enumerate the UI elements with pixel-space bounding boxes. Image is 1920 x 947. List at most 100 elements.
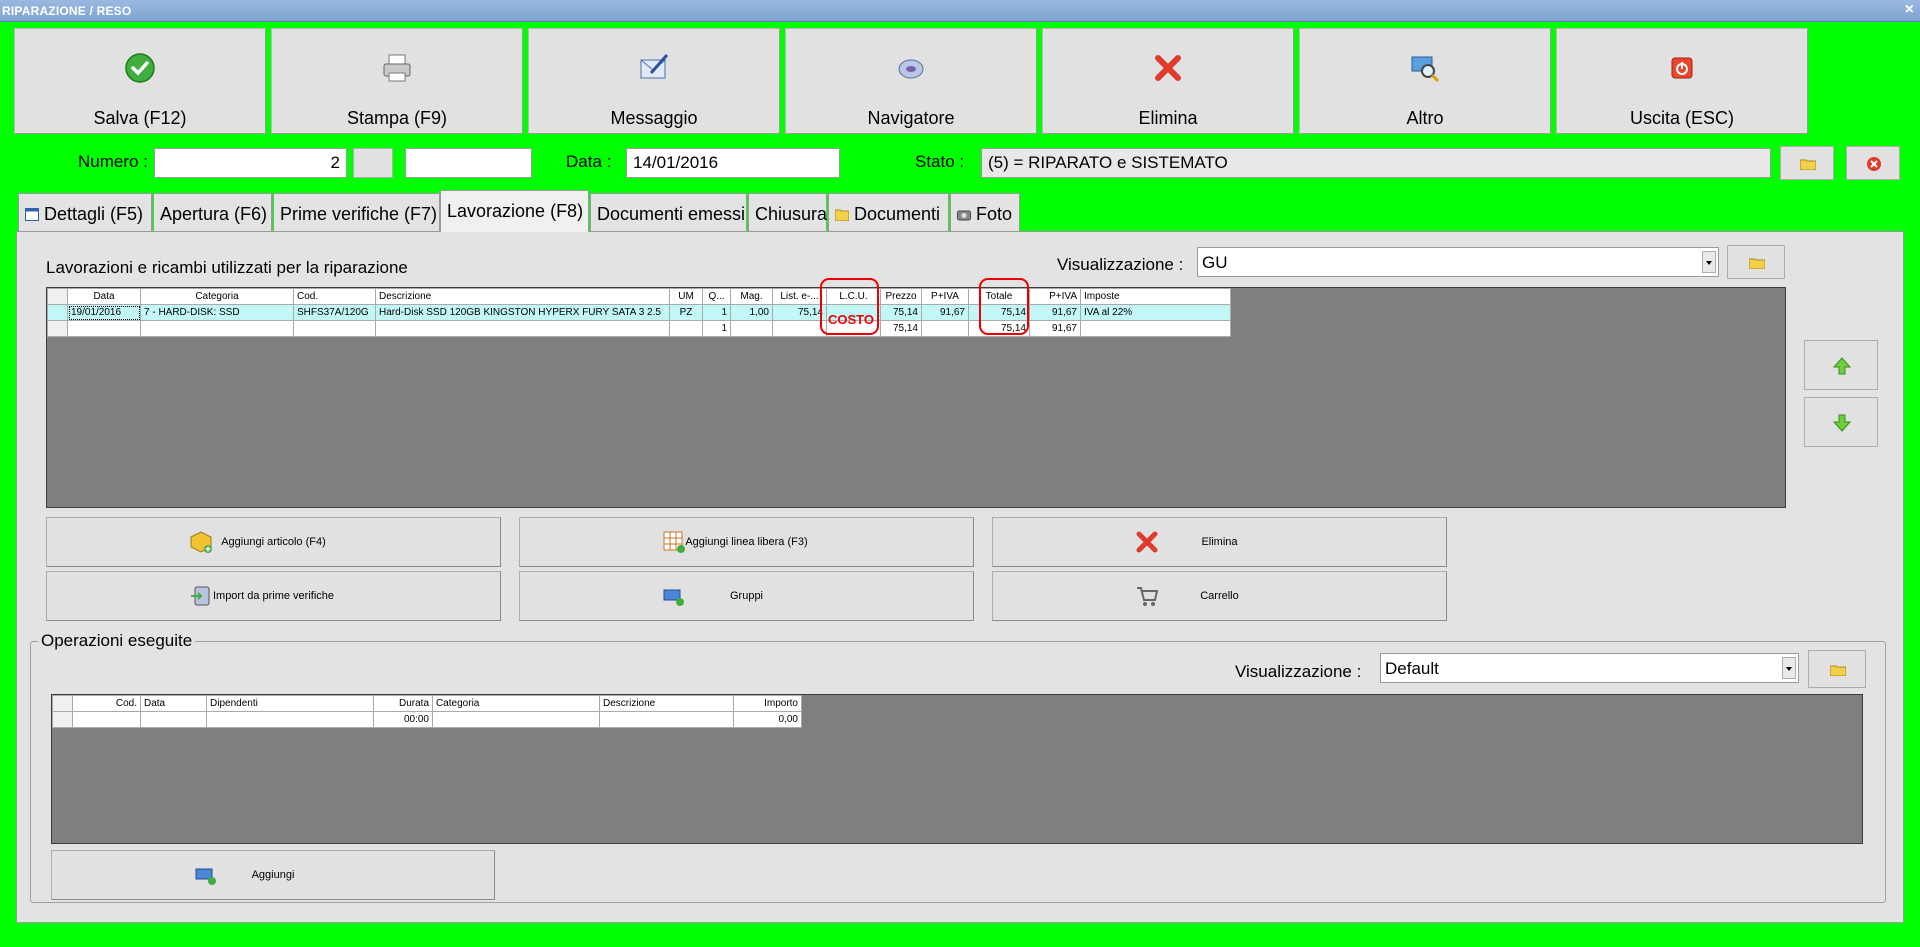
table-cell[interactable]: Hard-Disk SSD 120GB KINGSTON HYPERX FURY… xyxy=(375,304,670,321)
column-header[interactable]: Dipendenti xyxy=(206,695,374,712)
navigator-button-label: Navigatore xyxy=(867,108,955,128)
column-header[interactable]: Descrizione xyxy=(375,288,670,305)
print-button[interactable]: Stampa (F9) xyxy=(271,28,523,134)
table-cell[interactable]: 1 xyxy=(702,304,731,321)
operazioni-view-label: Visualizzazione : xyxy=(1235,662,1362,681)
totale-highlight xyxy=(979,278,1029,335)
operazioni-view-open-button[interactable] xyxy=(1808,650,1866,688)
column-header[interactable]: Descrizione xyxy=(599,695,734,712)
table-row[interactable]: 00:00 0,00 xyxy=(52,711,802,728)
printer-icon xyxy=(383,54,411,82)
data-input[interactable]: 14/01/2016 xyxy=(626,148,840,178)
table-cell[interactable] xyxy=(599,711,734,728)
import-prime-button[interactable]: Import da prime verifiche xyxy=(46,571,501,621)
column-header[interactable]: P+IVA xyxy=(1029,288,1081,305)
column-header[interactable]: Durata xyxy=(373,695,433,712)
move-up-button[interactable] xyxy=(1804,340,1878,390)
tab-label: Chiusura xyxy=(755,204,828,224)
folder-icon xyxy=(835,209,849,221)
column-header[interactable]: Cod. xyxy=(72,695,141,712)
tab-documenti[interactable]: Documenti xyxy=(828,193,949,231)
column-header[interactable]: UM xyxy=(669,288,703,305)
table-cell[interactable]: 7 - HARD-DISK: SSD xyxy=(140,304,294,321)
print-button-label: Stampa (F9) xyxy=(346,108,448,128)
table-cell[interactable] xyxy=(72,711,141,728)
arrow-down-icon xyxy=(1832,414,1852,432)
table-cell[interactable] xyxy=(140,711,207,728)
numero-extra-button[interactable] xyxy=(353,148,393,178)
tab-lavorazione[interactable]: Lavorazione (F8) xyxy=(440,190,589,232)
numero-suffix-input[interactable] xyxy=(405,148,532,178)
add-article-button[interactable]: Aggiungi articolo (F4) xyxy=(46,517,501,567)
groups-button[interactable]: Gruppi xyxy=(519,571,974,621)
tab-foto[interactable]: Foto xyxy=(950,193,1020,231)
column-header[interactable]: Prezzo xyxy=(880,288,922,305)
table-cell xyxy=(375,320,670,337)
cart-button[interactable]: Carrello xyxy=(992,571,1447,621)
table-header-row: Cod. Data Dipendenti Durata Categoria De… xyxy=(52,695,802,712)
delete-line-button[interactable]: Elimina xyxy=(992,517,1447,567)
table-cell[interactable]: 0,00 xyxy=(733,711,802,728)
add-operation-button[interactable]: Aggiungi xyxy=(51,850,495,900)
table-cell[interactable]: 00:00 xyxy=(373,711,433,728)
delete-icon xyxy=(1155,55,1181,81)
table-cell[interactable] xyxy=(432,711,600,728)
lavorazioni-grid[interactable]: Data Categoria Cod. Descrizione UM Q... … xyxy=(46,287,1786,508)
numero-label: Numero : xyxy=(78,152,148,171)
other-button[interactable]: Altro xyxy=(1299,28,1551,134)
numero-input[interactable]: 2 xyxy=(154,148,347,178)
tab-dettagli[interactable]: Dettagli (F5) xyxy=(18,193,152,231)
column-header[interactable]: Categoria xyxy=(140,288,294,305)
column-header[interactable]: Imposte xyxy=(1080,288,1231,305)
window-close-button[interactable]: × xyxy=(1905,1,1914,19)
navigator-icon xyxy=(898,59,924,79)
message-button[interactable]: Messaggio xyxy=(528,28,780,134)
stato-clear-button[interactable] xyxy=(1846,146,1900,180)
column-header[interactable]: Categoria xyxy=(432,695,600,712)
column-header[interactable]: Importo xyxy=(733,695,802,712)
table-cell xyxy=(669,320,703,337)
table-cell[interactable]: 75,14 xyxy=(880,304,922,321)
column-header[interactable]: Data xyxy=(67,288,141,305)
exit-button[interactable]: Uscita (ESC) xyxy=(1556,28,1808,134)
tab-chiusura[interactable]: Chiusura xyxy=(748,193,827,231)
tab-prime-verifiche[interactable]: Prime verifiche (F7) xyxy=(273,193,440,231)
table-cell[interactable]: PZ xyxy=(669,304,703,321)
check-icon xyxy=(125,53,155,83)
table-cell xyxy=(730,320,773,337)
table-cell[interactable]: 1,00 xyxy=(730,304,773,321)
table-cell[interactable]: 19/01/2016 xyxy=(67,304,141,321)
table-cell[interactable]: IVA al 22% xyxy=(1080,304,1231,321)
table-cell: 1 xyxy=(702,320,731,337)
table-cell[interactable]: 91,67 xyxy=(1029,304,1081,321)
delete-button[interactable]: Elimina xyxy=(1042,28,1294,134)
move-down-button[interactable] xyxy=(1804,397,1878,447)
stato-label: Stato : xyxy=(915,152,965,171)
tab-documenti-emessi[interactable]: Documenti emessi xyxy=(590,193,747,231)
save-button[interactable]: Salva (F12) xyxy=(14,28,266,134)
tab-apertura[interactable]: Apertura (F6) xyxy=(153,193,272,231)
table-row[interactable]: 19/01/2016 7 - HARD-DISK: SSD SHFS37A/12… xyxy=(47,304,1231,321)
column-header[interactable]: Mag. xyxy=(730,288,773,305)
navigator-button[interactable]: Navigatore xyxy=(785,28,1037,134)
operazioni-view-select[interactable]: Default xyxy=(1380,653,1799,683)
column-header[interactable]: Cod. xyxy=(293,288,376,305)
column-header[interactable]: P+IVA xyxy=(921,288,969,305)
column-header[interactable]: Q... xyxy=(702,288,731,305)
table-cell[interactable]: 75,14 xyxy=(772,304,827,321)
groups-label: Gruppi xyxy=(729,590,764,602)
table-cell[interactable]: 91,67 xyxy=(921,304,969,321)
operazioni-grid[interactable]: Cod. Data Dipendenti Durata Categoria De… xyxy=(51,694,1863,844)
lavorazioni-title: Lavorazioni e ricambi utilizzati per la … xyxy=(46,258,408,277)
table-cell[interactable] xyxy=(206,711,374,728)
column-header[interactable]: Data xyxy=(140,695,207,712)
exit-button-label: Uscita (ESC) xyxy=(1629,108,1734,128)
lavorazioni-view-select[interactable]: GU xyxy=(1197,247,1719,277)
lavorazioni-view-open-button[interactable] xyxy=(1727,245,1785,279)
stato-open-button[interactable] xyxy=(1780,146,1834,180)
row-header[interactable] xyxy=(52,711,73,728)
table-cell[interactable]: SHFS37A/120G xyxy=(293,304,376,321)
row-header[interactable] xyxy=(47,304,68,321)
column-header[interactable]: List. e-... xyxy=(772,288,827,305)
add-free-line-button[interactable]: Aggiungi linea libera (F3) xyxy=(519,517,974,567)
